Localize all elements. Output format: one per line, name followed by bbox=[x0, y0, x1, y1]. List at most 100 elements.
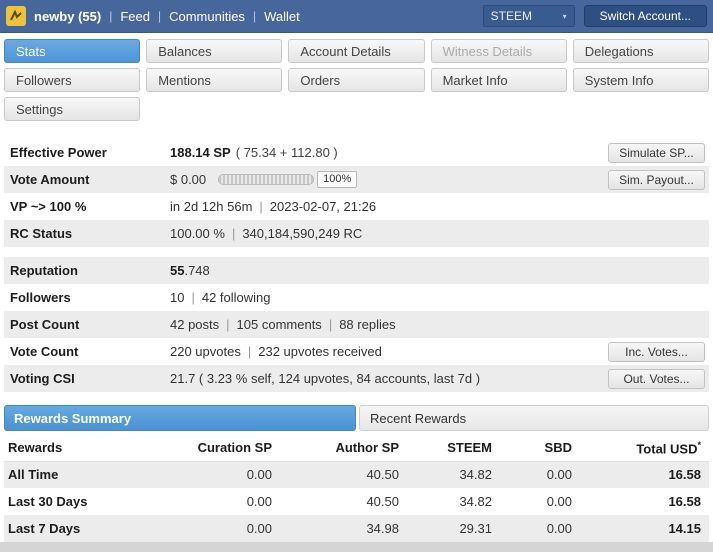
incoming-votes-button[interactable]: Inc. Votes... bbox=[608, 341, 705, 362]
logo-glyph bbox=[10, 9, 22, 21]
stat-row-post-count: Post Count 42 posts | 105 comments | 88 … bbox=[4, 311, 709, 338]
vote-amount-slider[interactable] bbox=[218, 174, 315, 185]
separator: | bbox=[252, 9, 257, 23]
row-label: Followers bbox=[10, 290, 71, 305]
topbar: newby (55) | Feed | Communities | Wallet… bbox=[0, 0, 713, 33]
reward-row-label: All Time bbox=[8, 467, 59, 483]
row-label: RC Status bbox=[10, 226, 73, 241]
reward-cell: 0.00 bbox=[246, 467, 272, 483]
rc-value: 340,184,590,249 RC bbox=[242, 226, 363, 241]
separator: | bbox=[109, 9, 113, 23]
reward-cell: 34.82 bbox=[459, 494, 492, 509]
posts-count: 42 posts bbox=[170, 317, 220, 332]
rewards-row-all-time: All Time 0.00 40.50 34.82 0.00 16.58 bbox=[4, 461, 709, 488]
reward-cell-total: 14.15 bbox=[668, 521, 701, 536]
reward-row-label: Last 30 Days bbox=[8, 494, 88, 509]
separator: | bbox=[328, 317, 333, 332]
separator: | bbox=[226, 317, 230, 332]
chevron-down-icon: ▾ bbox=[562, 11, 567, 21]
reward-cell: 34.98 bbox=[366, 521, 399, 536]
tab-mentions[interactable]: Mentions bbox=[146, 68, 283, 92]
tab-market-info[interactable]: Market Info bbox=[430, 68, 567, 92]
row-label: VP ~> 100 % bbox=[10, 199, 87, 214]
stat-row-voting-csi: Voting CSI 21.7 ( 3.23 % self, 124 upvot… bbox=[4, 365, 709, 392]
stat-row-followers: Followers 10 | 42 following bbox=[4, 284, 709, 311]
total-usd-label: Total USD bbox=[636, 440, 698, 456]
tab-delegations[interactable]: Delegations bbox=[572, 39, 709, 63]
reward-cell-total: 16.58 bbox=[668, 467, 701, 483]
stat-row-vp: VP ~> 100 % in 2d 12h 56m | 2023-02-07, … bbox=[4, 193, 709, 220]
rewards-tab-bar: Rewards Summary Recent Rewards bbox=[4, 405, 709, 431]
row-label: Effective Power bbox=[10, 145, 107, 160]
vp-timestamp: 2023-02-07, 21:26 bbox=[269, 199, 377, 214]
reward-cell: 0.00 bbox=[546, 521, 572, 536]
rewards-table: Rewards Curation SP Author SP STEEM SBD … bbox=[4, 435, 709, 542]
chain-select-value: STEEM bbox=[490, 9, 532, 23]
tab-balances[interactable]: Balances bbox=[146, 39, 283, 63]
row-label: Vote Count bbox=[10, 344, 79, 359]
row-value: 21.7 ( 3.23 % self, 124 upvotes, 84 acco… bbox=[170, 371, 608, 386]
vote-amount-slider-wrap: 100% bbox=[218, 171, 358, 188]
col-header-steem: STEEM bbox=[407, 435, 500, 462]
tab-stats[interactable]: Stats bbox=[4, 39, 141, 63]
tab-orders[interactable]: Orders bbox=[288, 68, 425, 92]
stat-row-vote-amount: Vote Amount $ 0.00 100% Sim. Payout... bbox=[4, 166, 709, 193]
replies-count: 88 replies bbox=[339, 317, 396, 332]
tab-account-details[interactable]: Account Details bbox=[288, 39, 425, 63]
tab-rewards-summary[interactable]: Rewards Summary bbox=[4, 405, 356, 431]
row-label: Vote Amount bbox=[10, 172, 90, 187]
separator: | bbox=[191, 290, 195, 305]
reputation-major: 55 bbox=[170, 263, 185, 278]
account-name[interactable]: newby (55) bbox=[34, 9, 101, 24]
separator: | bbox=[259, 199, 263, 214]
tab-settings[interactable]: Settings bbox=[4, 97, 141, 121]
row-value: in 2d 12h 56m | 2023-02-07, 21:26 bbox=[170, 199, 705, 214]
page-bottom-strip bbox=[0, 542, 713, 552]
col-header-author-sp: Author SP bbox=[280, 435, 407, 462]
stat-row-rc-status: RC Status 100.00 % | 340,184,590,249 RC bbox=[4, 220, 709, 247]
row-value: 100.00 % | 340,184,590,249 RC bbox=[170, 226, 705, 241]
following-count: 42 following bbox=[201, 290, 271, 305]
separator: | bbox=[247, 344, 252, 359]
stat-row-effective-power: Effective Power 188.14 SP ( 75.34 + 112.… bbox=[4, 139, 709, 166]
row-value: 55 .748 bbox=[170, 263, 705, 278]
reward-cell: 0.00 bbox=[246, 521, 272, 536]
voting-csi-value: 21.7 ( 3.23 % self, 124 upvotes, 84 acco… bbox=[170, 371, 481, 386]
tab-bar: Stats Balances Account Details Witness D… bbox=[0, 33, 713, 125]
reward-cell: 34.82 bbox=[459, 467, 492, 483]
chain-select[interactable]: STEEM ▾ bbox=[482, 5, 575, 27]
row-label: Voting CSI bbox=[10, 371, 75, 386]
comments-count: 105 comments bbox=[236, 317, 322, 332]
effective-power-breakdown: ( 75.34 + 112.80 ) bbox=[235, 145, 338, 160]
account-stats-section: Reputation 55 .748 Followers 10 | 42 fol… bbox=[4, 257, 709, 392]
row-label: Reputation bbox=[10, 263, 78, 278]
sim-payout-button[interactable]: Sim. Payout... bbox=[608, 169, 705, 190]
tab-followers[interactable]: Followers bbox=[4, 68, 141, 92]
simulate-sp-button[interactable]: Simulate SP... bbox=[608, 142, 705, 163]
reward-cell: 40.50 bbox=[366, 467, 399, 483]
separator: | bbox=[157, 9, 162, 23]
power-stats-section: Effective Power 188.14 SP ( 75.34 + 112.… bbox=[4, 139, 709, 247]
footnote-mark: * bbox=[697, 439, 701, 450]
effective-power-amount: 188.14 SP bbox=[170, 145, 231, 160]
tab-recent-rewards[interactable]: Recent Rewards bbox=[359, 405, 709, 431]
app-logo-icon[interactable] bbox=[6, 6, 26, 26]
row-value: 10 | 42 following bbox=[170, 290, 705, 305]
reward-row-label: Last 7 Days bbox=[8, 521, 81, 536]
row-value: $ 0.00 100% bbox=[170, 171, 608, 188]
nav-wallet[interactable]: Wallet bbox=[264, 9, 300, 24]
nav-feed[interactable]: Feed bbox=[120, 9, 150, 24]
col-header-total-usd: Total USD* bbox=[580, 435, 709, 462]
switch-account-button[interactable]: Switch Account... bbox=[583, 5, 707, 27]
tab-system-info[interactable]: System Info bbox=[572, 68, 709, 92]
followers-count: 10 bbox=[170, 290, 185, 305]
outgoing-votes-button[interactable]: Out. Votes... bbox=[608, 368, 705, 389]
rc-percent: 100.00 % bbox=[170, 226, 225, 241]
rewards-row-last-30-days: Last 30 Days 0.00 40.50 34.82 0.00 16.58 bbox=[4, 488, 709, 515]
app-window: newby (55) | Feed | Communities | Wallet… bbox=[0, 0, 713, 552]
nav-communities[interactable]: Communities bbox=[169, 9, 245, 24]
col-header-sbd: SBD bbox=[500, 435, 580, 462]
stat-row-vote-count: Vote Count 220 upvotes | 232 upvotes rec… bbox=[4, 338, 709, 365]
reward-cell: 0.00 bbox=[546, 467, 572, 483]
vote-amount-value: $ 0.00 bbox=[170, 172, 207, 187]
